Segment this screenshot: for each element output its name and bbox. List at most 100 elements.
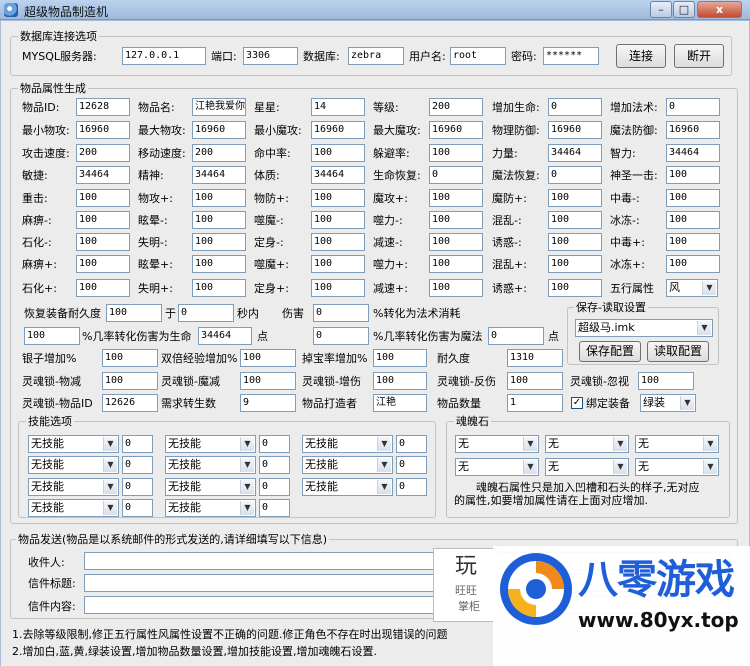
attr-input[interactable]: 100 [76, 189, 130, 207]
exp-input[interactable]: 100 [240, 349, 296, 367]
attr-input[interactable]: 200 [429, 98, 483, 116]
skill-level-input[interactable]: 0 [259, 435, 290, 453]
attr-input[interactable]: 100 [76, 211, 130, 229]
attr-input[interactable]: 100 [76, 233, 130, 251]
skill-select[interactable]: 无技能 ▼ [165, 456, 256, 474]
attr-input[interactable]: 100 [192, 279, 246, 297]
conv-mp-pct-input[interactable]: 0 [313, 327, 369, 345]
restore-input[interactable]: 100 [106, 304, 162, 322]
restore-seconds-input[interactable]: 0 [178, 304, 234, 322]
soul-hu-input[interactable]: 100 [638, 372, 694, 390]
attr-input[interactable]: 100 [192, 211, 246, 229]
attr-input[interactable]: 0 [666, 98, 720, 116]
soul-zeng-input[interactable]: 100 [373, 372, 427, 390]
attr-input[interactable]: 100 [429, 189, 483, 207]
server-input[interactable]: 127.0.0.1 [122, 47, 206, 65]
conv-hp-input[interactable]: 34464 [198, 327, 252, 345]
element-select[interactable]: 风 ▼ [666, 279, 718, 297]
load-config-button[interactable]: 读取配置 [647, 341, 709, 362]
attr-input[interactable]: 200 [192, 144, 246, 162]
skill-level-input[interactable]: 0 [396, 435, 427, 453]
skill-select[interactable]: 无技能 ▼ [165, 478, 256, 496]
skill-select[interactable]: 无技能 ▼ [165, 435, 256, 453]
skill-level-input[interactable]: 0 [259, 499, 290, 517]
attr-input[interactable]: 100 [429, 255, 483, 273]
attr-input[interactable]: 100 [311, 233, 365, 251]
attr-input[interactable]: 100 [192, 189, 246, 207]
attr-input[interactable]: 100 [311, 211, 365, 229]
durability-input[interactable]: 1310 [507, 349, 563, 367]
attr-input[interactable]: 200 [76, 144, 130, 162]
attr-input[interactable]: 34464 [666, 144, 720, 162]
attr-input[interactable]: 100 [666, 255, 720, 273]
minimize-button[interactable]: – [650, 1, 672, 18]
skill-select[interactable]: 无技能 ▼ [28, 435, 119, 453]
skill-level-input[interactable]: 0 [259, 456, 290, 474]
bind-checkbox[interactable]: ✓ [571, 397, 583, 409]
skill-select[interactable]: 无技能 ▼ [28, 499, 119, 517]
soulstone-select[interactable]: 无 ▼ [455, 458, 539, 476]
attr-input[interactable]: 100 [666, 166, 720, 184]
skill-level-input[interactable]: 0 [396, 478, 427, 496]
attr-input[interactable]: 16960 [666, 121, 720, 139]
attr-input[interactable]: 34464 [192, 166, 246, 184]
user-input[interactable]: root [450, 47, 506, 65]
attr-input[interactable]: 0 [548, 98, 602, 116]
attr-input[interactable]: 100 [666, 211, 720, 229]
close-button[interactable]: x [697, 1, 742, 18]
connect-button[interactable]: 连接 [616, 44, 666, 68]
attr-input[interactable]: 100 [429, 233, 483, 251]
attr-input[interactable]: 100 [311, 189, 365, 207]
attr-input[interactable]: 100 [76, 279, 130, 297]
attr-input[interactable]: 100 [192, 255, 246, 273]
attr-input[interactable]: 12628 [76, 98, 130, 116]
attr-input[interactable]: 100 [429, 211, 483, 229]
attr-input[interactable]: 34464 [76, 166, 130, 184]
soulstone-select[interactable]: 无 ▼ [545, 435, 629, 453]
password-input[interactable]: ****** [543, 47, 599, 65]
attr-input[interactable]: 34464 [311, 166, 365, 184]
conv-hp-pct-input[interactable]: 100 [24, 327, 80, 345]
attr-input[interactable]: 100 [548, 211, 602, 229]
attr-input[interactable]: 100 [429, 144, 483, 162]
attr-input[interactable]: 14 [311, 98, 365, 116]
attr-input[interactable]: 16960 [311, 121, 365, 139]
skill-select[interactable]: 无技能 ▼ [302, 456, 393, 474]
attr-input[interactable]: 100 [311, 255, 365, 273]
attr-input[interactable]: 0 [429, 166, 483, 184]
conv-mp-input[interactable]: 0 [488, 327, 544, 345]
silver-input[interactable]: 100 [102, 349, 158, 367]
soulstone-select[interactable]: 无 ▼ [635, 435, 719, 453]
soul-id-input[interactable]: 12626 [102, 394, 158, 412]
port-input[interactable]: 3306 [243, 47, 298, 65]
attr-input[interactable]: 34464 [548, 144, 602, 162]
skill-select[interactable]: 无技能 ▼ [302, 478, 393, 496]
attr-input[interactable]: 100 [548, 189, 602, 207]
attr-input[interactable]: 100 [311, 144, 365, 162]
attr-input[interactable]: 0 [548, 166, 602, 184]
soulstone-select[interactable]: 无 ▼ [635, 458, 719, 476]
attr-input[interactable]: 16960 [548, 121, 602, 139]
attr-input[interactable]: 100 [666, 189, 720, 207]
maker-input[interactable]: 江艳 [373, 394, 427, 412]
attr-input[interactable]: 100 [548, 233, 602, 251]
skill-select[interactable]: 无技能 ▼ [302, 435, 393, 453]
attr-input[interactable]: 100 [76, 255, 130, 273]
rebirth-input[interactable]: 9 [240, 394, 296, 412]
skill-level-input[interactable]: 0 [122, 435, 153, 453]
bind-select[interactable]: 绿装 ▼ [640, 394, 696, 412]
soulstone-select[interactable]: 无 ▼ [455, 435, 539, 453]
save-config-button[interactable]: 保存配置 [579, 341, 641, 362]
attr-input[interactable]: 16960 [429, 121, 483, 139]
skill-select[interactable]: 无技能 ▼ [165, 499, 256, 517]
maximize-button[interactable]: □ [673, 1, 695, 18]
skill-level-input[interactable]: 0 [396, 456, 427, 474]
qty-input[interactable]: 1 [507, 394, 563, 412]
attr-input[interactable]: 100 [429, 279, 483, 297]
database-input[interactable]: zebra [348, 47, 404, 65]
attr-input[interactable]: 100 [548, 279, 602, 297]
attr-input[interactable]: 16960 [76, 121, 130, 139]
attr-input[interactable]: 100 [192, 233, 246, 251]
skill-select[interactable]: 无技能 ▼ [28, 478, 119, 496]
config-file-select[interactable]: 超级马.imk ▼ [575, 319, 713, 337]
